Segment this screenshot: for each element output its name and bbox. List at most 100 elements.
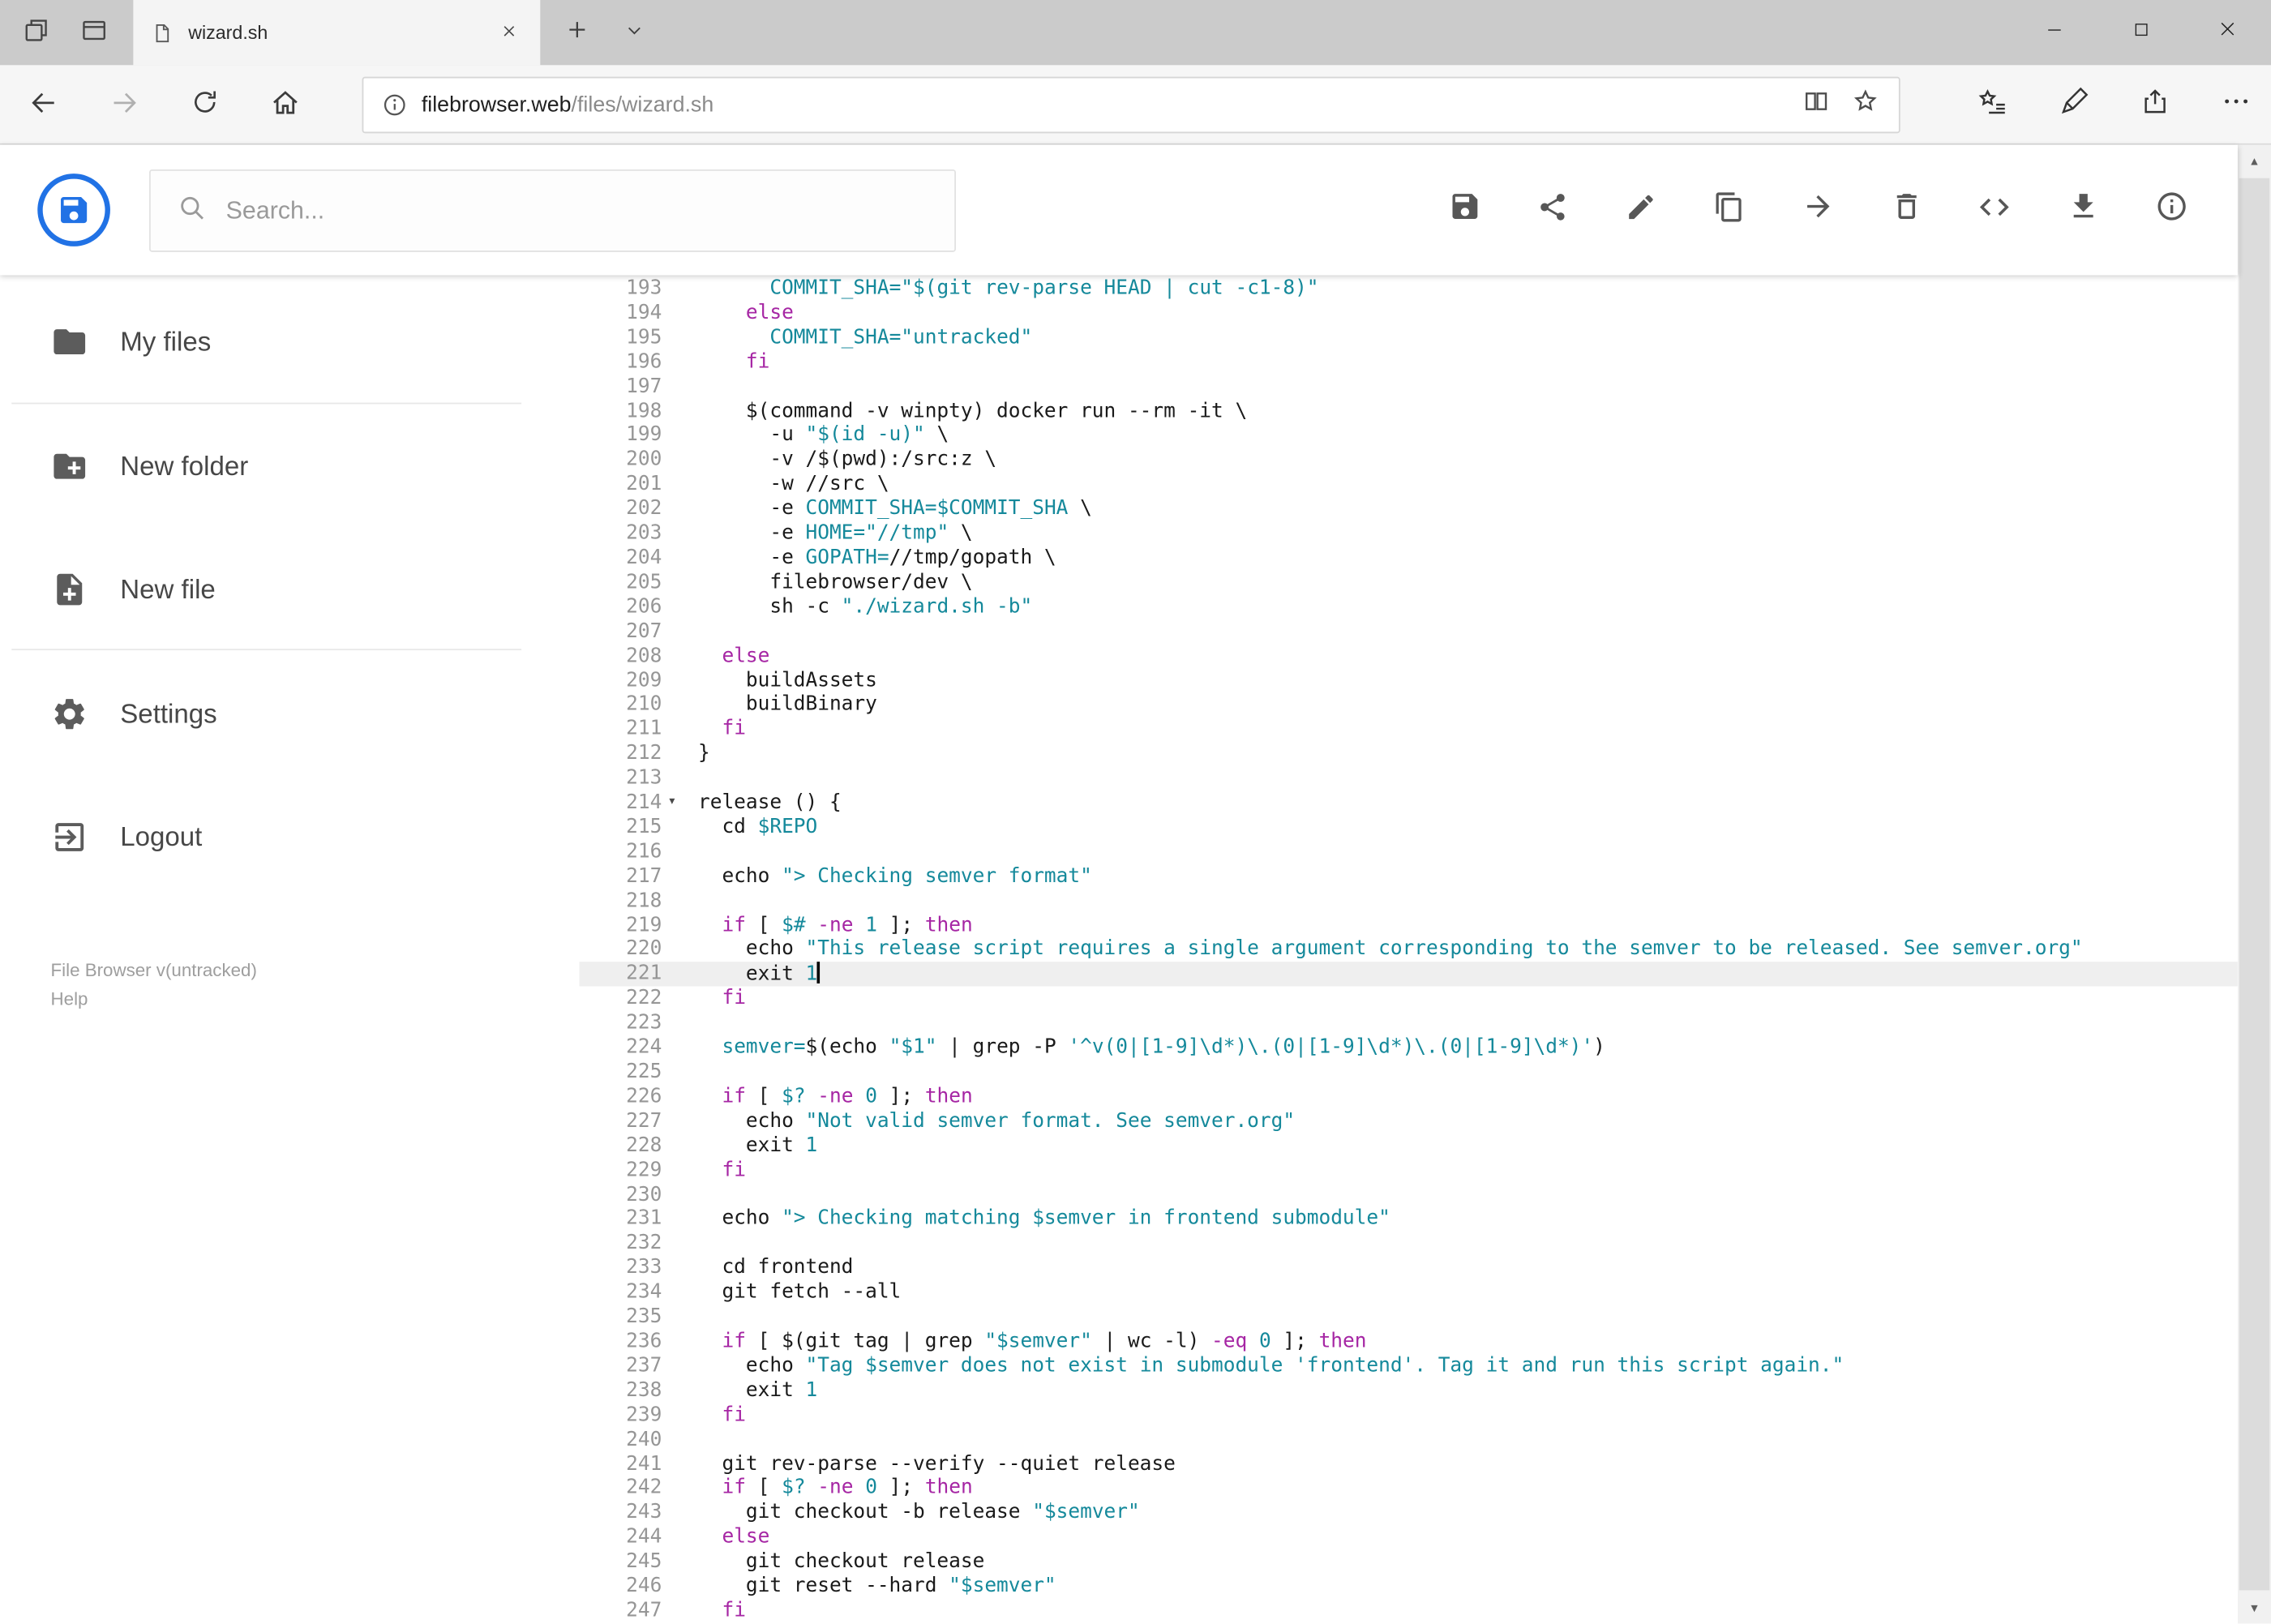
code-line[interactable]: 225 <box>580 1061 2238 1085</box>
code-line[interactable]: 212} <box>580 742 2238 766</box>
search-box[interactable] <box>148 169 956 252</box>
code-line[interactable]: 205 filebrowser/dev \ <box>580 571 2238 595</box>
ink-notes-button[interactable] <box>2054 84 2094 125</box>
share-page-button[interactable] <box>2135 84 2175 125</box>
code-editor[interactable]: 193 COMMIT_SHA="$(git rev-parse HEAD | c… <box>579 275 2238 1624</box>
code-line[interactable]: 220 echo "This release script requires a… <box>580 938 2238 962</box>
code-line[interactable]: 198 $(command -v winpty) docker run --rm… <box>580 399 2238 423</box>
code-line[interactable]: 216 <box>580 840 2238 864</box>
code-line[interactable]: 222 fi <box>580 987 2238 1011</box>
code-line[interactable]: 217 echo "> Checking semver format" <box>580 864 2238 889</box>
code-line[interactable]: 231 echo "> Checking matching $semver in… <box>580 1207 2238 1232</box>
back-button[interactable] <box>22 84 66 128</box>
code-line[interactable]: 207 <box>580 619 2238 644</box>
code-line[interactable]: 218 <box>580 889 2238 913</box>
code-line[interactable]: 244 else <box>580 1525 2238 1549</box>
sidebar-item-logout[interactable]: Logout <box>0 803 580 872</box>
refresh-button[interactable] <box>182 84 226 128</box>
code-line[interactable]: 223 <box>580 1011 2238 1035</box>
reading-view-button[interactable] <box>1792 82 1841 128</box>
share-button[interactable] <box>1536 193 1570 228</box>
page-scrollbar[interactable]: ▲ ▼ <box>2237 144 2271 1624</box>
code-line[interactable]: 211 fi <box>580 718 2238 742</box>
code-line[interactable]: 201 -w //src \ <box>580 473 2238 497</box>
tab-close-button[interactable] <box>495 14 523 51</box>
close-window-button[interactable] <box>2184 0 2271 65</box>
code-line[interactable]: 202 -e COMMIT_SHA=$COMMIT_SHA \ <box>580 497 2238 521</box>
sidebar-item-my-files[interactable]: My files <box>0 307 580 377</box>
maximize-button[interactable] <box>2097 0 2184 65</box>
set-tabs-aside-button[interactable] <box>15 11 58 55</box>
code-line[interactable]: 204 -e GOPATH=//tmp/gopath \ <box>580 546 2238 570</box>
code-line[interactable]: 197 <box>580 375 2238 399</box>
more-options-button[interactable] <box>2216 84 2256 125</box>
code-line[interactable]: 203 -e HOME="//tmp" \ <box>580 521 2238 546</box>
sidebar-item-new-folder[interactable]: New folder <box>0 431 580 501</box>
code-line[interactable]: 233 cd frontend <box>580 1256 2238 1280</box>
save-button[interactable] <box>1447 193 1482 228</box>
code-line[interactable]: 213 <box>580 766 2238 791</box>
code-line[interactable]: 245 git checkout release <box>580 1550 2238 1575</box>
forward-button[interactable] <box>103 84 147 128</box>
code-line[interactable]: 193 COMMIT_SHA="$(git rev-parse HEAD | c… <box>580 276 2238 301</box>
code-line[interactable]: 199 -u "$(id -u)" \ <box>580 423 2238 448</box>
code-line[interactable]: 235 <box>580 1305 2238 1330</box>
code-line[interactable]: 242 if [ $? -ne 0 ]; then <box>580 1476 2238 1501</box>
move-button[interactable] <box>1800 193 1835 228</box>
help-link[interactable]: Help <box>51 985 257 1014</box>
code-line[interactable]: 230 <box>580 1183 2238 1207</box>
home-button[interactable] <box>264 84 307 128</box>
browser-tab[interactable]: wizard.sh <box>133 0 541 66</box>
code-line[interactable]: 215 cd $REPO <box>580 816 2238 840</box>
code-line[interactable]: 194 else <box>580 301 2238 325</box>
code-line[interactable]: 196 fi <box>580 350 2238 375</box>
code-line[interactable]: 209 buildAssets <box>580 668 2238 692</box>
code-line[interactable]: 219 if [ $# -ne 1 ]; then <box>580 913 2238 937</box>
code-line[interactable]: 229 fi <box>580 1158 2238 1182</box>
code-line[interactable]: 241 git rev-parse --verify --quiet relea… <box>580 1452 2238 1476</box>
code-line[interactable]: 246 git reset --hard "$semver" <box>580 1575 2238 1599</box>
edit-button[interactable] <box>1623 193 1658 228</box>
favorite-star-button[interactable] <box>1840 82 1890 128</box>
sidebar-item-settings[interactable]: Settings <box>0 679 580 749</box>
code-line[interactable]: 208 else <box>580 644 2238 668</box>
code-line[interactable]: 247 fi <box>580 1599 2238 1623</box>
site-info-icon[interactable] <box>381 92 409 119</box>
code-line[interactable]: 237 echo "Tag $semver does not exist in … <box>580 1354 2238 1378</box>
code-line[interactable]: 221 exit 1 <box>579 962 2238 988</box>
download-button[interactable] <box>2065 193 2100 228</box>
scrollbar-down-arrow[interactable]: ▼ <box>2238 1592 2271 1623</box>
code-button[interactable] <box>1977 193 2012 228</box>
tab-preview-chevron-button[interactable] <box>614 15 654 52</box>
tabs-preview-button[interactable] <box>72 11 116 55</box>
code-line[interactable]: 214 ▾ release () { <box>580 791 2238 815</box>
new-tab-button[interactable] <box>555 11 598 55</box>
fold-arrow-icon[interactable]: ▾ <box>668 794 677 810</box>
address-bar[interactable]: filebrowser.web/files/wizard.sh <box>362 76 1900 134</box>
code-line[interactable]: 200 -v /$(pwd):/src:z \ <box>580 448 2238 473</box>
code-line[interactable]: 224 semver=$(echo "$1" | grep -P '^v(0|[… <box>580 1035 2238 1060</box>
code-line[interactable]: 210 buildBinary <box>580 693 2238 718</box>
code-line[interactable]: 226 if [ $? -ne 0 ]; then <box>580 1085 2238 1109</box>
copy-button[interactable] <box>1712 191 1746 228</box>
code-line[interactable]: 234 git fetch --all <box>580 1280 2238 1305</box>
hub-favorites-button[interactable] <box>1973 84 2013 125</box>
code-line[interactable]: 236 if [ $(git tag | grep "$semver" | wc… <box>580 1330 2238 1354</box>
search-input[interactable] <box>225 196 863 225</box>
minimize-button[interactable] <box>2010 0 2097 65</box>
code-line[interactable]: 206 sh -c "./wizard.sh -b" <box>580 595 2238 619</box>
code-line[interactable]: 232 <box>580 1232 2238 1256</box>
code-line[interactable]: 195 COMMIT_SHA="untracked" <box>580 326 2238 350</box>
sidebar-item-new-file[interactable]: New file <box>0 555 580 624</box>
scrollbar-up-arrow[interactable]: ▲ <box>2238 145 2271 177</box>
code-line[interactable]: 240 <box>580 1428 2238 1452</box>
code-line[interactable]: 227 echo "Not valid semver format. See s… <box>580 1109 2238 1133</box>
code-line[interactable]: 228 exit 1 <box>580 1133 2238 1158</box>
code-line[interactable]: 243 git checkout -b release "$semver" <box>580 1501 2238 1525</box>
scrollbar-thumb[interactable] <box>2239 178 2270 1591</box>
code-line[interactable]: 238 exit 1 <box>580 1378 2238 1403</box>
code-line[interactable]: 239 fi <box>580 1403 2238 1427</box>
delete-button[interactable] <box>1888 193 1923 228</box>
info-button[interactable] <box>2153 192 2188 228</box>
app-logo[interactable] <box>36 173 112 248</box>
